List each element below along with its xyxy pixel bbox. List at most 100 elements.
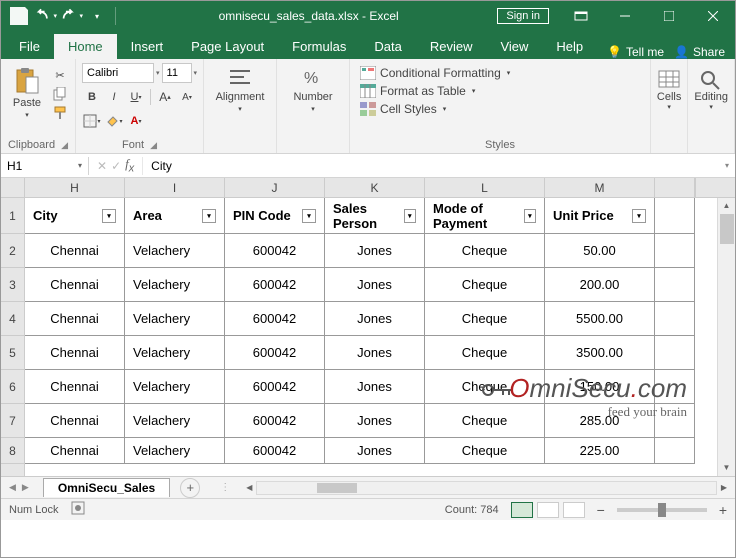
fx-icon[interactable]: fx xyxy=(125,156,134,175)
table-cell[interactable]: 285.00 xyxy=(545,404,655,438)
editing-dropdown[interactable]: Editing ▾ xyxy=(694,63,728,111)
sheet-next-icon[interactable]: ▶ xyxy=(22,482,29,493)
table-cell[interactable]: Jones xyxy=(325,302,425,336)
name-box[interactable]: H1▾ xyxy=(1,157,89,175)
table-cell[interactable]: 600042 xyxy=(225,268,325,302)
table-header-cell[interactable] xyxy=(655,198,695,234)
scroll-down-icon[interactable]: ▼ xyxy=(718,460,735,476)
table-header-cell[interactable]: PIN Code▾ xyxy=(225,198,325,234)
format-painter-icon[interactable] xyxy=(51,105,69,121)
tab-file[interactable]: File xyxy=(5,34,54,59)
new-sheet-button[interactable]: + xyxy=(180,478,200,498)
scroll-left-icon[interactable]: ◀ xyxy=(242,483,256,492)
zoom-slider[interactable] xyxy=(617,508,707,512)
table-cell[interactable]: Jones xyxy=(325,438,425,464)
share-button[interactable]: 👤Share xyxy=(674,45,725,59)
scroll-right-icon[interactable]: ▶ xyxy=(717,483,731,492)
table-cell[interactable]: 600042 xyxy=(225,234,325,268)
copy-icon[interactable] xyxy=(51,86,69,102)
cut-icon[interactable]: ✂ xyxy=(51,67,69,83)
table-header-cell[interactable]: Unit Price▾ xyxy=(545,198,655,234)
table-cell[interactable]: Velachery xyxy=(125,438,225,464)
close-button[interactable] xyxy=(691,1,735,31)
table-cell[interactable]: Jones xyxy=(325,404,425,438)
tab-home[interactable]: Home xyxy=(54,34,117,59)
conditional-formatting-button[interactable]: Conditional Formatting▾ xyxy=(356,65,514,81)
row-header[interactable]: 1 xyxy=(1,198,24,234)
table-cell[interactable]: 5500.00 xyxy=(545,302,655,336)
font-color-button[interactable]: A▾ xyxy=(126,111,146,131)
decrease-font-button[interactable]: A▾ xyxy=(177,87,197,107)
cell-styles-button[interactable]: Cell Styles▾ xyxy=(356,101,514,117)
table-cell[interactable]: Velachery xyxy=(125,268,225,302)
table-header-cell[interactable]: Mode of Payment▾ xyxy=(425,198,545,234)
save-icon[interactable] xyxy=(7,5,31,27)
row-header[interactable]: 6 xyxy=(1,370,24,404)
page-break-view-button[interactable] xyxy=(563,502,585,518)
table-cell[interactable]: 225.00 xyxy=(545,438,655,464)
row-header[interactable]: 8 xyxy=(1,438,24,464)
sheet-prev-icon[interactable]: ◀ xyxy=(9,482,16,493)
table-cell[interactable]: Cheque xyxy=(425,370,545,404)
table-header-cell[interactable]: Sales Person▾ xyxy=(325,198,425,234)
table-cell[interactable]: Cheque xyxy=(425,268,545,302)
col-header-h[interactable]: H xyxy=(25,178,125,197)
vertical-scrollbar[interactable]: ▲ ▼ xyxy=(717,198,735,476)
table-cell[interactable] xyxy=(655,370,695,404)
table-cell[interactable] xyxy=(655,336,695,370)
table-header-cell[interactable]: Area▾ xyxy=(125,198,225,234)
col-header-i[interactable]: I xyxy=(125,178,225,197)
formula-input[interactable]: City xyxy=(142,157,719,175)
filter-dropdown-icon[interactable]: ▾ xyxy=(524,209,536,223)
tab-help[interactable]: Help xyxy=(542,34,597,59)
zoom-in-button[interactable]: + xyxy=(719,502,727,518)
tab-formulas[interactable]: Formulas xyxy=(278,34,360,59)
table-cell[interactable]: Jones xyxy=(325,336,425,370)
qat-customize-icon[interactable]: ▾ xyxy=(85,5,109,27)
row-header[interactable]: 4 xyxy=(1,302,24,336)
cancel-icon[interactable]: ✕ xyxy=(97,159,107,173)
table-cell[interactable]: Chennai xyxy=(25,268,125,302)
col-header-k[interactable]: K xyxy=(325,178,425,197)
table-cell[interactable]: 600042 xyxy=(225,370,325,404)
select-all-corner[interactable] xyxy=(1,178,25,197)
table-cell[interactable]: Jones xyxy=(325,234,425,268)
table-cell[interactable]: Chennai xyxy=(25,336,125,370)
col-header-j[interactable]: J xyxy=(225,178,325,197)
table-cell[interactable] xyxy=(655,438,695,464)
table-cell[interactable]: Chennai xyxy=(25,370,125,404)
col-header-m[interactable]: M xyxy=(545,178,655,197)
table-cell[interactable] xyxy=(655,234,695,268)
clipboard-launcher-icon[interactable]: ◢ xyxy=(61,140,68,151)
underline-button[interactable]: U▾ xyxy=(126,87,146,107)
scroll-up-icon[interactable]: ▲ xyxy=(718,198,735,214)
filter-dropdown-icon[interactable]: ▾ xyxy=(102,209,116,223)
sheet-tab[interactable]: OmniSecu_Sales xyxy=(43,478,170,497)
borders-button[interactable]: ▾ xyxy=(82,111,102,131)
table-cell[interactable]: Cheque xyxy=(425,438,545,464)
tab-view[interactable]: View xyxy=(486,34,542,59)
undo-icon[interactable]: ▾ xyxy=(33,5,57,27)
alignment-dropdown[interactable]: Alignment ▾ xyxy=(210,63,270,113)
chevron-down-icon[interactable]: ▾ xyxy=(156,69,160,77)
zoom-out-button[interactable]: − xyxy=(597,502,605,518)
table-cell[interactable]: Velachery xyxy=(125,302,225,336)
fill-color-button[interactable]: ▾ xyxy=(104,111,124,131)
paste-button[interactable]: Paste ▾ xyxy=(7,63,47,119)
table-cell[interactable]: 600042 xyxy=(225,302,325,336)
macro-record-icon[interactable] xyxy=(71,501,85,518)
font-size-input[interactable] xyxy=(162,63,192,83)
col-header-n[interactable] xyxy=(655,178,695,197)
redo-icon[interactable]: ▾ xyxy=(59,5,83,27)
filter-dropdown-icon[interactable]: ▾ xyxy=(404,209,416,223)
tab-data[interactable]: Data xyxy=(360,34,415,59)
ribbon-display-options-icon[interactable] xyxy=(559,1,603,31)
table-cell[interactable]: Cheque xyxy=(425,336,545,370)
table-cell[interactable]: Cheque xyxy=(425,302,545,336)
sheet-split-handle[interactable]: ⋮ xyxy=(220,482,230,493)
minimize-button[interactable] xyxy=(603,1,647,31)
table-cell[interactable]: 150.00 xyxy=(545,370,655,404)
cells-dropdown[interactable]: Cells ▾ xyxy=(657,63,681,111)
col-header-l[interactable]: L xyxy=(425,178,545,197)
table-cell[interactable] xyxy=(655,268,695,302)
